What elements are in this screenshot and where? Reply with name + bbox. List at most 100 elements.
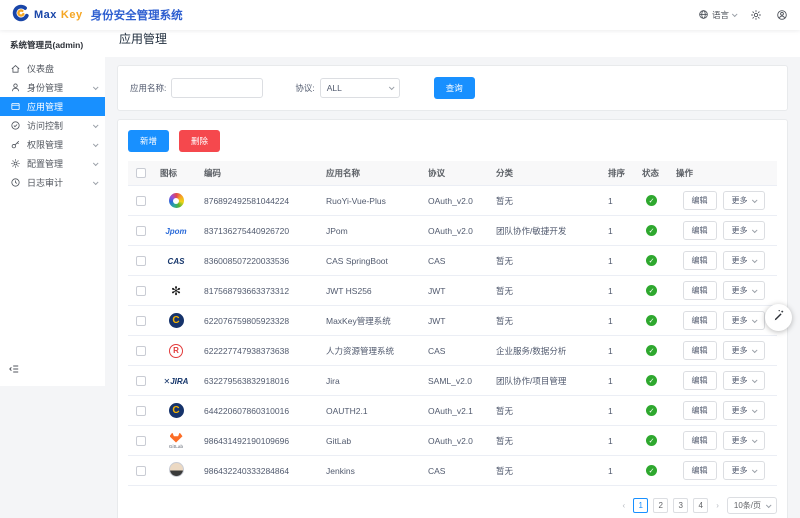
chevron-down-icon [732,11,738,17]
protocol-select[interactable]: ALL [320,78,400,98]
delete-button[interactable]: 删除 [179,130,220,152]
sidebar-item-permission[interactable]: 权限管理 [0,135,105,154]
edit-button[interactable]: 编辑 [683,371,717,390]
status-enabled-icon: ✓ [646,285,657,296]
chevron-down-icon [751,197,757,203]
row-checkbox[interactable] [136,406,146,416]
table-row: C622076759805923328MaxKey管理系统JWT暂无1✓编辑更多 [128,306,777,336]
language-label: 语言 [712,9,729,21]
floating-tool-button[interactable] [765,304,792,331]
brand-logo: MaxKey 身份安全管理系统 [12,4,183,27]
edit-button[interactable]: 编辑 [683,221,717,240]
more-button[interactable]: 更多 [723,401,765,420]
sidebar: 系统管理员(admin) 仪表盘身份管理应用管理访问控制权限管理配置管理日志审计 [0,30,105,518]
row-checkbox[interactable] [136,466,146,476]
chevron-down-icon [751,287,757,293]
table-row: C644220607860310016OAUTH2.1OAuth_v2.1暂无1… [128,396,777,426]
column-header: 操作 [676,168,693,178]
cell-code: 622227747938373638 [204,346,289,356]
sidebar-item-label: 权限管理 [27,138,87,151]
status-enabled-icon: ✓ [646,225,657,236]
row-checkbox[interactable] [136,256,146,266]
page-size-select[interactable]: 10条/页 [727,497,777,514]
sidebar-item-identity[interactable]: 身份管理 [0,78,105,97]
edit-button[interactable]: 编辑 [683,281,717,300]
cell-code: 836008507220033536 [204,256,289,266]
cell-sort: 1 [608,256,613,266]
row-checkbox[interactable] [136,196,146,206]
more-button[interactable]: 更多 [723,311,765,330]
sidebar-item-dashboard[interactable]: 仪表盘 [0,59,105,78]
row-checkbox[interactable] [136,226,146,236]
jwt-logo: ✻ [171,284,181,298]
cell-category: 团队协作/敏捷开发 [496,226,566,236]
collapse-menu-icon[interactable] [8,362,20,380]
table-row: Jpom837136275440926720JPomOAuth_v2.0团队协作… [128,216,777,246]
maxkey-logo-icon [12,4,30,27]
page-button-2[interactable]: 2 [653,498,668,513]
row-checkbox[interactable] [136,316,146,326]
cell-category: 团队协作/项目管理 [496,376,566,386]
edit-button[interactable]: 编辑 [683,431,717,450]
cas-logo: CAS [168,257,185,266]
more-button[interactable]: 更多 [723,251,765,270]
cell-sort: 1 [608,406,613,416]
edit-button[interactable]: 编辑 [683,461,717,480]
cell-protocol: SAML_v2.0 [428,376,472,386]
more-button[interactable]: 更多 [723,191,765,210]
edit-button[interactable]: 编辑 [683,311,717,330]
cell-protocol: CAS [428,346,445,356]
table-row: GitLab986431492190109696GitLabOAuth_v2.0… [128,426,777,456]
cell-protocol: JWT [428,316,445,326]
search-button[interactable]: 查询 [434,77,475,99]
more-button[interactable]: 更多 [723,281,765,300]
globe-icon [698,9,709,22]
more-button[interactable]: 更多 [723,221,765,240]
row-checkbox[interactable] [136,436,146,446]
cell-protocol: OAuth_v2.0 [428,196,473,206]
more-button[interactable]: 更多 [723,431,765,450]
cell-name: Jira [326,376,340,386]
user-avatar-icon[interactable] [776,9,788,21]
cell-code: 876892492581044224 [204,196,289,206]
edit-button[interactable]: 编辑 [683,401,717,420]
sidebar-item-label: 访问控制 [27,119,87,132]
language-switcher[interactable]: 语言 [698,9,736,22]
cell-sort: 1 [608,196,613,206]
next-page-button[interactable]: › [713,501,722,510]
app-header: MaxKey 身份安全管理系统 语言 [0,0,800,30]
jira-logo: ✕JIRA [164,377,189,386]
edit-button[interactable]: 编辑 [683,191,717,210]
edit-button[interactable]: 编辑 [683,341,717,360]
select-all-checkbox[interactable] [136,168,146,178]
protocol-label: 协议: [295,82,314,94]
sidebar-item-access[interactable]: 访问控制 [0,116,105,135]
add-button[interactable]: 新增 [128,130,169,152]
row-checkbox[interactable] [136,346,146,356]
column-header: 排序 [608,168,625,178]
row-checkbox[interactable] [136,376,146,386]
page-button-3[interactable]: 3 [673,498,688,513]
page-button-1[interactable]: 1 [633,498,648,513]
sidebar-item-apps[interactable]: 应用管理 [0,97,105,116]
settings-gear-icon[interactable] [750,9,762,21]
status-enabled-icon: ✓ [646,195,657,206]
chevron-down-icon [751,467,757,473]
edit-button[interactable]: 编辑 [683,251,717,270]
sidebar-item-config[interactable]: 配置管理 [0,154,105,173]
row-checkbox[interactable] [136,286,146,296]
cell-protocol: JWT [428,286,445,296]
cell-code: 622076759805923328 [204,316,289,326]
page-button-4[interactable]: 4 [693,498,708,513]
app-name-input[interactable] [171,78,263,98]
more-button[interactable]: 更多 [723,461,765,480]
more-button[interactable]: 更多 [723,371,765,390]
sidebar-item-label: 身份管理 [27,81,87,94]
column-header: 图标 [160,168,177,178]
status-enabled-icon: ✓ [646,405,657,416]
sidebar-item-audit[interactable]: 日志审计 [0,173,105,192]
more-button[interactable]: 更多 [723,341,765,360]
app-title: 身份安全管理系统 [91,7,183,23]
prev-page-button[interactable]: ‹ [620,501,629,510]
cell-category: 企业服务/数据分析 [496,346,566,356]
